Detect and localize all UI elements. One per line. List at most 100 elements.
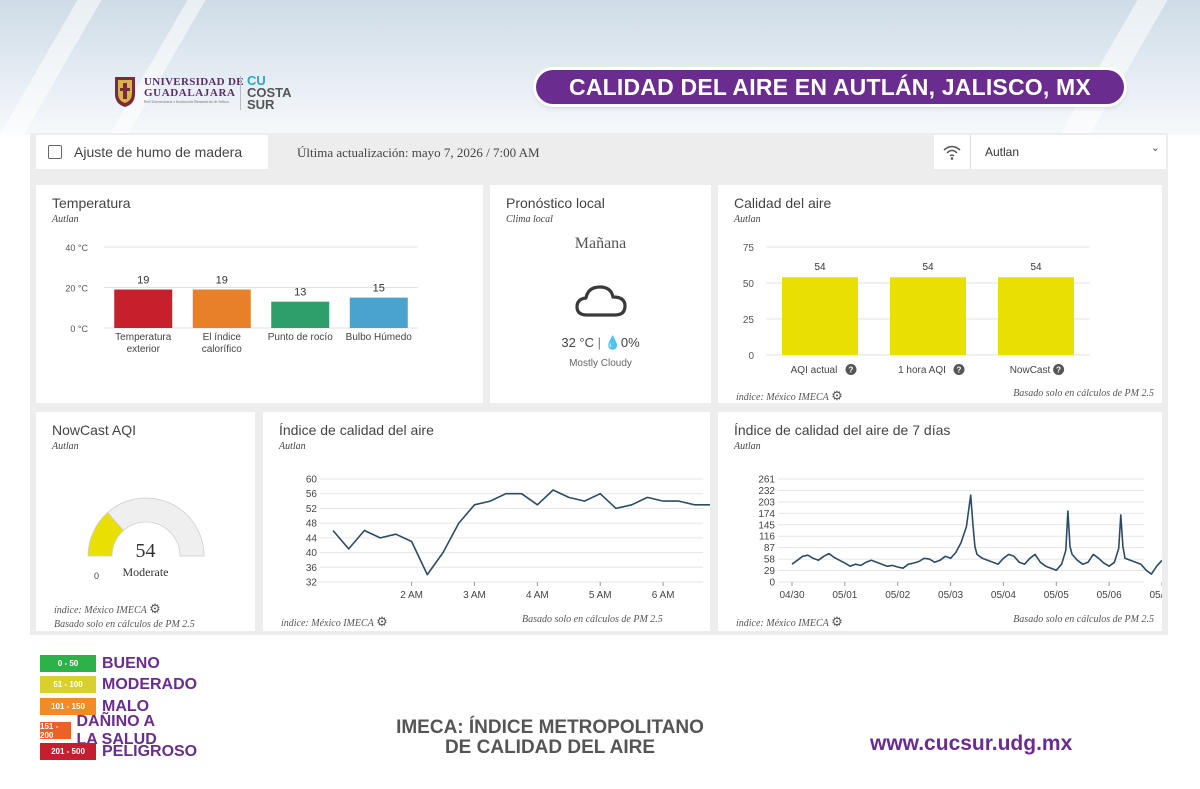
x-tick-label: 2 AM bbox=[400, 590, 423, 601]
x-tick-label: Bulbo Húmedo bbox=[346, 332, 413, 343]
x-tick-label: Punto de rocío bbox=[268, 332, 333, 343]
series-line bbox=[791, 494, 1162, 575]
y-tick-label: 60 bbox=[306, 475, 318, 486]
legend-row-danino: 151 - 200 DAÑINO A LA SALUD bbox=[40, 713, 165, 748]
bar-value-label: 54 bbox=[922, 262, 934, 273]
aqi-7day-index-label: índice: México IMECA bbox=[736, 618, 829, 629]
y-tick-label: 174 bbox=[758, 509, 775, 520]
forecast-precip: 0% bbox=[620, 335, 640, 350]
y-tick-label: 116 bbox=[759, 532, 775, 543]
nowcast-footnote: Basado solo en cálculos de PM 2.5 bbox=[54, 619, 195, 630]
legend-row-moderado: 51 - 100 MODERADO bbox=[40, 675, 197, 694]
bar-value-label: 19 bbox=[216, 275, 228, 287]
imeca-caption-line2: DE CALIDAD DEL AIRE bbox=[444, 737, 656, 758]
aqi-line-card: Índice de calidad del aire Autlan 32 36 40… bbox=[263, 412, 710, 631]
imeca-caption: IMECA: ÍNDICE METROPOLITANO DE CALIDAD D… bbox=[350, 718, 750, 758]
x-tick-label: exterior bbox=[127, 344, 161, 355]
forecast-card: Pronóstico local Clima local Mañana 32 °… bbox=[490, 185, 711, 403]
last-updated-text: Última actualización: mayo 7, 2026 / 7:0… bbox=[297, 145, 540, 160]
bar bbox=[782, 277, 858, 355]
y-tick-label: 32 bbox=[306, 578, 318, 589]
forecast-temp: 32 °C bbox=[561, 335, 595, 350]
bar-value-label: 54 bbox=[814, 262, 826, 273]
y-tick-label: 40 bbox=[306, 548, 318, 559]
legend-row-bueno: 0 - 50 BUENO bbox=[40, 654, 160, 673]
nowcast-card: NowCast AQI Autlan 0 54 Moderate índice:… bbox=[36, 412, 255, 631]
y-tick-label: 232 bbox=[758, 486, 775, 497]
air-quality-chart: 0 25 50 75 54 AQI actual ? 54 1 hora AQI ? 54 NowCa… bbox=[743, 243, 1090, 376]
bar bbox=[349, 297, 408, 328]
series-line bbox=[332, 489, 710, 576]
raindrop-icon: 💧 bbox=[604, 335, 621, 350]
chevron-down-icon[interactable]: ⌄ bbox=[1151, 141, 1160, 154]
udg-logo: UNIVERSIDAD DE GUADALAJARA Red Universit… bbox=[112, 74, 244, 108]
y-tick-label: 0 bbox=[769, 578, 775, 589]
legend-label: BUENO bbox=[102, 654, 160, 672]
legend-label: MODERADO bbox=[102, 675, 198, 693]
y-tick-label: 52 bbox=[306, 504, 318, 515]
x-tick-label: 05/01 bbox=[832, 590, 857, 601]
y-tick-label: 58 bbox=[764, 555, 776, 566]
nowcast-value: 54 bbox=[135, 540, 156, 562]
gear-icon[interactable]: ⚙ bbox=[831, 614, 843, 629]
logo-separator bbox=[240, 76, 241, 110]
nowcast-index-label: índice: México IMECA bbox=[54, 605, 147, 616]
air-quality-footnote: Basado solo en cálculos de PM 2.5 bbox=[1013, 388, 1154, 399]
aqi-7day-chart: 0295887116145174203232261 04/30 05/01 05/02… bbox=[758, 475, 1162, 601]
y-tick-label: 44 bbox=[306, 533, 318, 544]
aqi-line-index-label: índice: México IMECA bbox=[281, 618, 374, 629]
y-tick-label: 75 bbox=[743, 243, 755, 254]
x-tick-label: 05/07 bbox=[1149, 590, 1162, 601]
x-tick-label: AQI actual bbox=[791, 365, 838, 376]
x-tick-label: 5 AM bbox=[589, 590, 612, 601]
gear-icon[interactable]: ⚙ bbox=[149, 601, 161, 616]
help-icon-glyph: ? bbox=[849, 366, 854, 375]
wood-smoke-toggle[interactable]: Ajuste de humo de madera bbox=[36, 135, 268, 169]
forecast-title: Pronóstico local bbox=[506, 195, 605, 211]
bar-value-label: 13 bbox=[294, 287, 306, 299]
location-value: Autlan bbox=[985, 145, 1020, 159]
cloud-icon bbox=[575, 285, 627, 317]
gear-icon[interactable]: ⚙ bbox=[376, 614, 388, 629]
website-link[interactable]: www.cucsur.udg.mx bbox=[870, 732, 1072, 756]
gear-icon[interactable]: ⚙ bbox=[831, 388, 843, 403]
nowcast-status: Moderate bbox=[122, 565, 169, 579]
x-tick-label: Temperatura bbox=[115, 332, 172, 343]
nowcast-index-row: índice: México IMECA ⚙ bbox=[54, 601, 161, 617]
y-tick-label: 261 bbox=[758, 475, 775, 486]
legend-row-peligroso: 201 - 500 PELIGROSO bbox=[40, 742, 197, 761]
legend-label: PELIGROSO bbox=[102, 742, 198, 760]
imeca-caption-line1: IMECA: ÍNDICE METROPOLITANO bbox=[396, 717, 704, 738]
forecast-subtitle: Clima local bbox=[506, 214, 553, 225]
help-icon-glyph: ? bbox=[1056, 366, 1061, 375]
y-tick-label: 29 bbox=[764, 566, 776, 577]
wifi-icon bbox=[934, 135, 971, 169]
y-tick-label: 50 bbox=[743, 279, 755, 290]
nowcast-title: NowCast AQI bbox=[52, 422, 137, 438]
x-tick-label: calorífico bbox=[202, 344, 242, 355]
y-tick-label: 40 °C bbox=[65, 243, 88, 253]
y-tick-label: 56 bbox=[306, 489, 318, 500]
temperature-card: Temperatura Autlan 0 °C 20 °C 40 °C 19 Tempe… bbox=[36, 185, 483, 403]
wood-smoke-checkbox[interactable] bbox=[48, 145, 62, 159]
bar bbox=[890, 277, 966, 355]
bar bbox=[192, 289, 251, 328]
x-tick-label: 1 hora AQI bbox=[898, 365, 946, 376]
aqi-7day-footnote: Basado solo en cálculos de PM 2.5 bbox=[1013, 614, 1154, 625]
aqi-line-footnote: Basado solo en cálculos de PM 2.5 bbox=[522, 614, 663, 625]
y-tick-label: 0 bbox=[748, 351, 754, 362]
page-title: CALIDAD DEL AIRE EN AUTLÁN, JALISCO, MX bbox=[536, 70, 1124, 104]
toolbar: Ajuste de humo de madera Última actualiz… bbox=[30, 133, 1168, 171]
udg-name-line2: GUADALAJARA bbox=[144, 87, 236, 99]
udg-crest-icon bbox=[115, 77, 135, 107]
x-tick-label: 3 AM bbox=[463, 590, 486, 601]
air-quality-index-row: índice: México IMECA ⚙ bbox=[736, 388, 843, 404]
y-tick-label: 203 bbox=[758, 497, 775, 508]
y-tick-label: 25 bbox=[743, 315, 755, 326]
y-tick-label: 87 bbox=[764, 543, 776, 554]
x-tick-label: 05/05 bbox=[1044, 590, 1069, 601]
dashboard: Ajuste de humo de madera Última actualiz… bbox=[30, 133, 1168, 635]
location-select[interactable]: Autlan ⌄ bbox=[934, 135, 1166, 169]
x-tick-label: 4 AM bbox=[526, 590, 549, 601]
forecast-temp-row: 32 °C | 💧0% bbox=[561, 335, 640, 350]
